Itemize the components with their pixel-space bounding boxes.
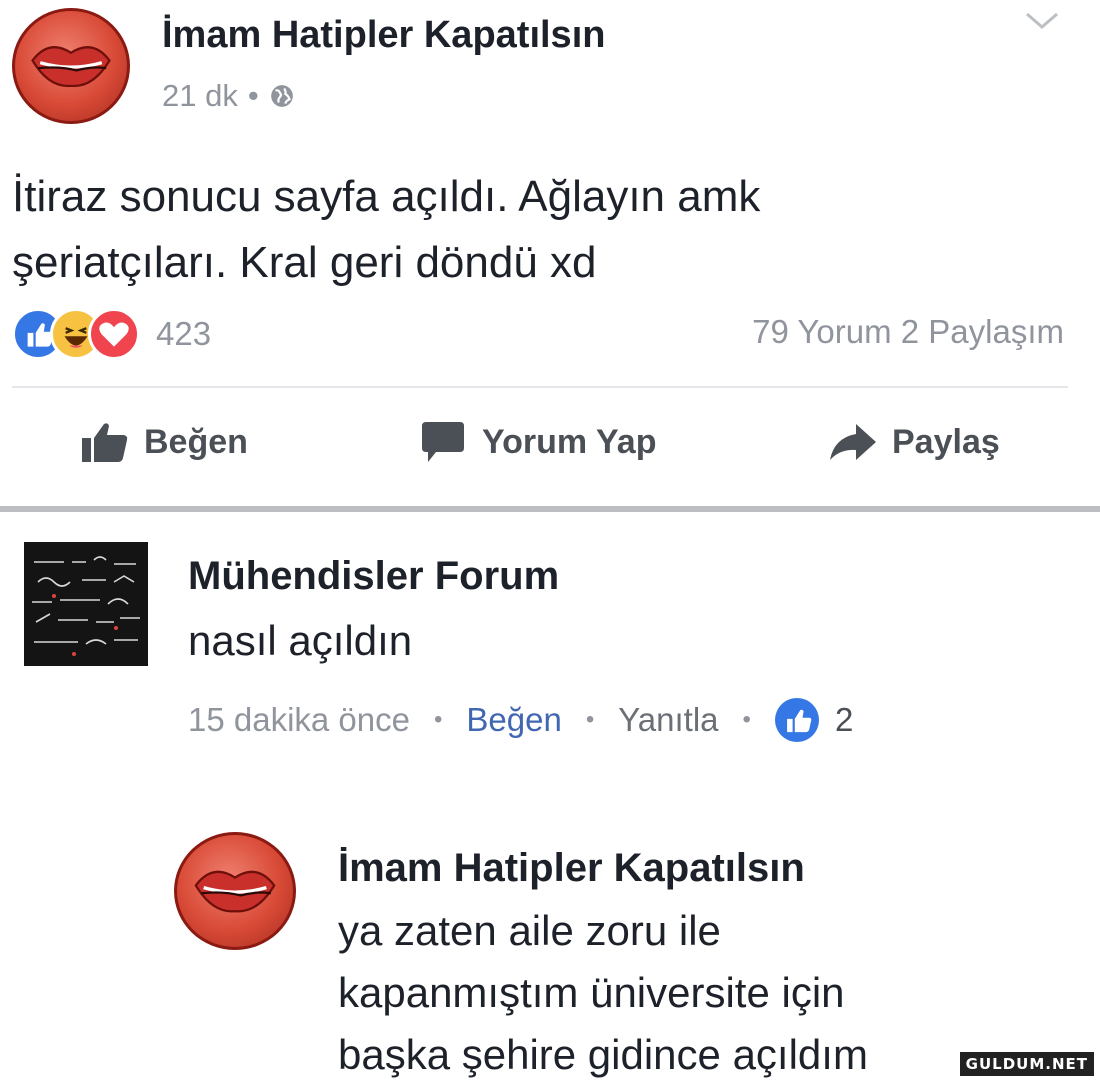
share-button-label: Paylaş xyxy=(892,422,1000,461)
chevron-down-icon[interactable] xyxy=(1024,10,1060,32)
post-meta: 21 dk • xyxy=(162,78,295,114)
reply-author-avatar[interactable] xyxy=(174,832,296,950)
reply-text-line-1: ya zaten aile zoru ile xyxy=(338,907,721,954)
page-avatar[interactable] xyxy=(12,8,130,124)
post-card: İmam Hatipler Kapatılsın 21 dk • İtiraz … xyxy=(0,0,1100,506)
post-text-line-2: şeriatçıları. Kral geri döndü xd xyxy=(12,238,597,287)
post-text-line-1: İtiraz sonucu sayfa açıldı. Ağlayın amk xyxy=(12,172,761,221)
post-author-name[interactable]: İmam Hatipler Kapatılsın xyxy=(162,14,605,57)
comment-meta: 15 dakika önce • Beğen • Yanıtla • 2 xyxy=(188,698,853,742)
comment-time[interactable]: 15 dakika önce xyxy=(188,701,410,739)
thumbs-up-icon xyxy=(82,423,128,462)
like-reaction-icon xyxy=(774,698,819,742)
meta-separator: • xyxy=(247,78,259,113)
comments-section: Mühendisler Forum nasıl açıldın 15 dakik… xyxy=(0,512,1100,1080)
share-button[interactable]: Paylaş xyxy=(828,420,1000,464)
globe-icon xyxy=(270,85,293,107)
reply-text-line-2: kapanmıştım üniversite için xyxy=(338,969,845,1016)
comment-like-count[interactable]: 2 xyxy=(835,701,853,739)
post-text: İtiraz sonucu sayfa açıldı. Ağlayın amk … xyxy=(12,164,1082,296)
comment-reply-link[interactable]: Yanıtla xyxy=(618,701,718,739)
engagement-counts: 79 Yorum 2 Paylaşım xyxy=(752,313,1064,351)
reaction-count: 423 xyxy=(156,315,212,352)
chalkboard-image-icon xyxy=(24,542,148,666)
comment-text: nasıl açıldın xyxy=(188,617,413,664)
comment-button[interactable]: Yorum Yap xyxy=(418,420,656,464)
post-actions: Beğen Yorum Yap Paylaş xyxy=(0,420,1100,480)
meta-separator: • xyxy=(434,706,443,733)
post-time[interactable]: 21 dk xyxy=(162,78,238,114)
lips-logo-icon xyxy=(194,870,276,913)
forum-avatar[interactable] xyxy=(24,542,148,666)
comment-author-name[interactable]: Mühendisler Forum xyxy=(188,554,559,599)
comment-button-label: Yorum Yap xyxy=(482,422,657,461)
shares-count[interactable]: 2 Paylaşım xyxy=(901,313,1064,350)
meta-separator: • xyxy=(742,706,751,733)
share-arrow-icon xyxy=(830,424,876,460)
comment-bubble-icon xyxy=(422,422,464,462)
comment-like-link[interactable]: Beğen xyxy=(466,701,561,739)
lips-logo-icon xyxy=(31,46,111,87)
meta-separator: • xyxy=(585,706,595,733)
love-reaction-icon xyxy=(88,308,140,360)
like-button-label: Beğen xyxy=(144,422,248,461)
comments-count[interactable]: 79 Yorum xyxy=(752,313,891,350)
like-button[interactable]: Beğen xyxy=(80,420,248,464)
divider xyxy=(12,386,1068,388)
site-watermark: GULDUM.NET xyxy=(959,1052,1094,1076)
reply-author-name[interactable]: İmam Hatipler Kapatılsın xyxy=(338,846,805,891)
reaction-summary[interactable]: 423 xyxy=(12,308,211,360)
